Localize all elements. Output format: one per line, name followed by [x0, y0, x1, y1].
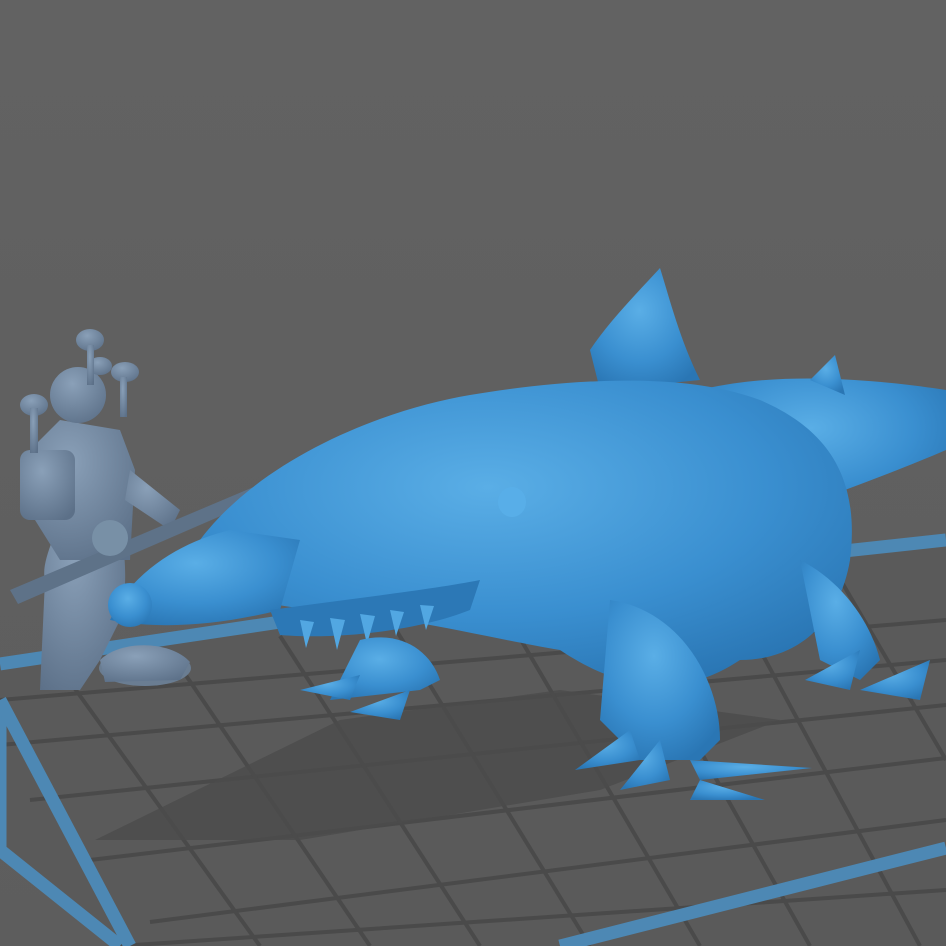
scene-canvas[interactable]	[0, 0, 946, 946]
3d-viewport[interactable]	[0, 0, 946, 946]
